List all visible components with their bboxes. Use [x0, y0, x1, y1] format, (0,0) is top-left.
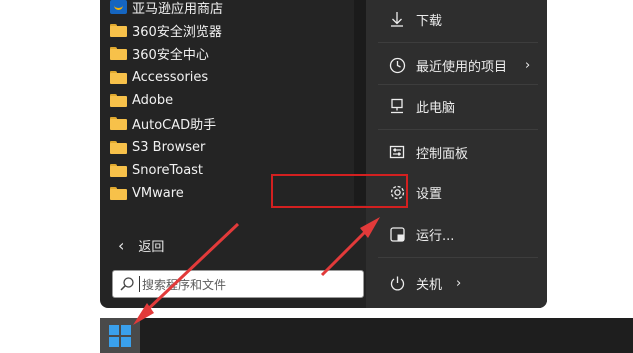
annotation-arrows — [133, 217, 380, 325]
arrow-to-settings — [320, 226, 371, 277]
arrow-to-start-button — [142, 222, 240, 315]
